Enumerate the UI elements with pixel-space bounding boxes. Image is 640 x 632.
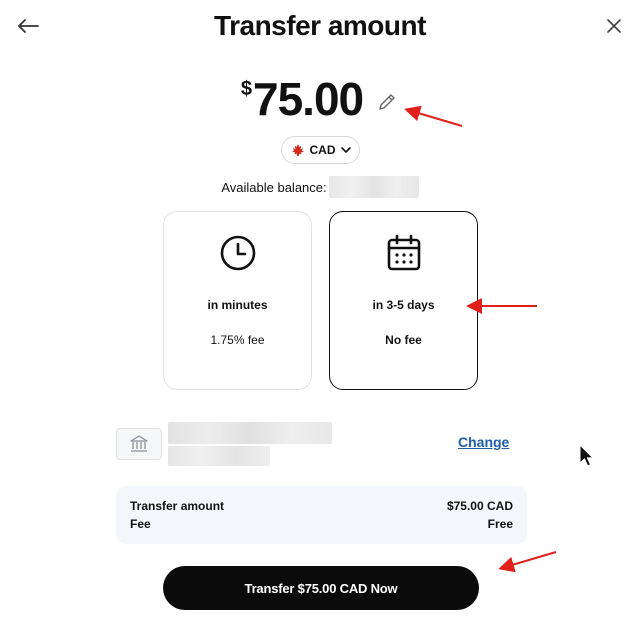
summary-row: Transfer amount $75.00 CAD bbox=[130, 499, 513, 513]
amount-value: 75.00 bbox=[253, 73, 364, 125]
balance-label: Available balance: bbox=[221, 179, 327, 195]
summary-label: Transfer amount bbox=[130, 499, 225, 513]
summary-value: $75.00 CAD bbox=[446, 499, 513, 513]
currency-selector[interactable]: CAD bbox=[281, 136, 360, 164]
option-fee: No fee bbox=[385, 333, 422, 347]
pencil-icon bbox=[379, 94, 395, 110]
account-name-redacted bbox=[168, 422, 332, 444]
option-card-standard[interactable]: in 3-5 days No fee bbox=[329, 211, 478, 390]
currency-code: CAD bbox=[309, 143, 336, 157]
canada-maple-leaf-icon bbox=[291, 144, 304, 156]
close-icon bbox=[607, 19, 621, 33]
annotation-arrow bbox=[498, 551, 557, 573]
transfer-summary: Transfer amount $75.00 CAD Fee Free bbox=[116, 486, 527, 544]
account-number-redacted bbox=[168, 446, 270, 466]
available-balance: Available balance: bbox=[0, 176, 640, 198]
option-fee: 1.75% fee bbox=[210, 333, 265, 347]
change-account-link[interactable]: Change bbox=[458, 434, 509, 450]
calendar-icon bbox=[387, 234, 420, 271]
mouse-cursor-icon bbox=[579, 444, 595, 467]
summary-label: Fee bbox=[130, 517, 151, 531]
option-card-instant[interactable]: in minutes 1.75% fee bbox=[163, 211, 312, 390]
page-title: Transfer amount bbox=[214, 10, 426, 41]
balance-value-redacted bbox=[328, 176, 419, 198]
option-speed: in minutes bbox=[207, 298, 268, 312]
summary-value: Free bbox=[487, 517, 513, 531]
bank-icon bbox=[130, 435, 148, 452]
bank-account-icon-box bbox=[116, 428, 162, 460]
transfer-now-button[interactable]: Transfer $75.00 CAD Now bbox=[163, 566, 479, 610]
edit-amount-button[interactable] bbox=[375, 90, 399, 114]
clock-icon bbox=[220, 235, 255, 271]
summary-row: Fee Free bbox=[130, 517, 513, 531]
close-button[interactable] bbox=[602, 14, 626, 38]
chevron-down-icon bbox=[340, 146, 351, 153]
option-speed: in 3-5 days bbox=[372, 298, 435, 312]
amount-display: $ 75.00 bbox=[0, 72, 640, 126]
currency-symbol: $ bbox=[240, 78, 252, 100]
